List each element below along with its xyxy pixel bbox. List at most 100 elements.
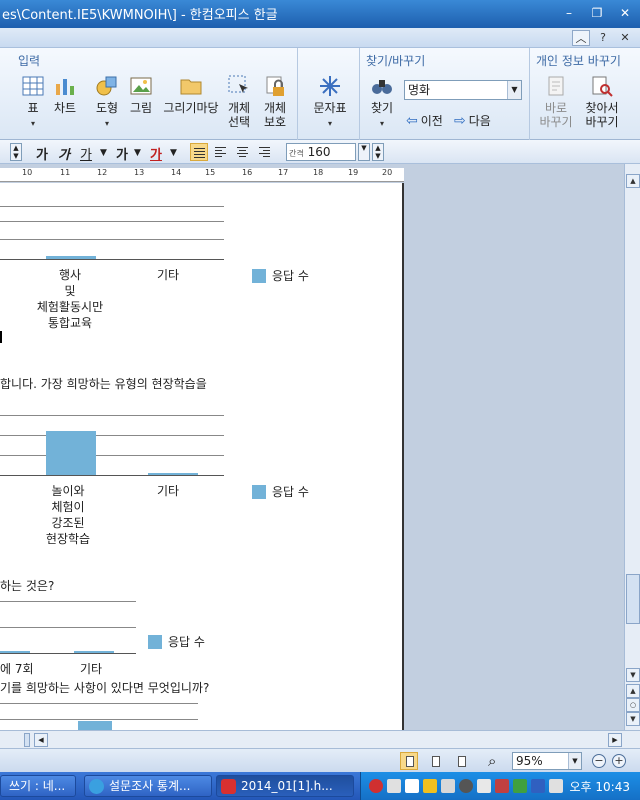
horizontal-ruler[interactable]: 10 11 12 13 14 15 16 17 18 19 20	[0, 168, 404, 182]
ruler-tick: 16	[242, 168, 253, 177]
chars-group: 문자표 ▾	[298, 48, 360, 140]
italic-button[interactable]: 가	[58, 144, 70, 163]
align-center-button[interactable]	[234, 143, 252, 161]
table-button[interactable]: 표 ▾	[18, 74, 48, 131]
bold-button[interactable]: 가	[36, 144, 48, 163]
task-writer[interactable]: 쓰기 : 네...	[0, 775, 76, 797]
chart1-baseline	[0, 259, 224, 260]
font-effect-button[interactable]: 가	[116, 144, 128, 163]
select-object-button[interactable]: 개체 선택	[224, 74, 254, 129]
direct-change-button[interactable]: 바로 바꾸기	[538, 74, 574, 129]
display-icon[interactable]	[531, 779, 545, 793]
chart1-bar-1	[46, 256, 96, 259]
web-view-button[interactable]	[426, 752, 444, 770]
line-spacing-spinner[interactable]: ▲ ▼	[372, 143, 384, 161]
lock-icon	[266, 76, 284, 96]
minimize-button[interactable]: –	[558, 4, 580, 22]
zoom-out-button[interactable]: −	[592, 754, 606, 768]
scroll-right-button[interactable]: ▶	[608, 733, 622, 747]
ime-icon[interactable]	[405, 779, 419, 793]
zoom-dropdown-arrow[interactable]: ▼	[568, 753, 581, 769]
chart-button[interactable]: 차트	[50, 74, 80, 115]
ruler-tick: 18	[313, 168, 324, 177]
find-prev-button[interactable]: ⇦ 이전	[406, 112, 443, 129]
font-color-dropdown[interactable]: ▼	[170, 148, 177, 158]
scroll-down-button[interactable]: ▼	[626, 668, 640, 682]
gridline	[0, 415, 224, 416]
task-browser-label: 설문조사 통계...	[109, 779, 191, 793]
chart2-category-2: 기타	[156, 484, 180, 498]
chart3-legend-swatch	[148, 635, 162, 649]
safe-remove-icon[interactable]	[549, 779, 563, 793]
scroll-up-button[interactable]: ▲	[626, 174, 640, 188]
next-page-button[interactable]: ▼	[626, 712, 640, 726]
find-dropdown-arrow[interactable]: ▼	[507, 81, 521, 99]
chart1-legend-label: 응답 수	[272, 269, 309, 283]
privacy-group: 개인 정보 바꾸기 바로 바꾸기 찾아서 바꾸기	[530, 48, 640, 140]
picture-icon	[130, 77, 152, 95]
arrow-right-icon: ⇨	[454, 112, 466, 129]
table-label: 표	[27, 101, 39, 115]
find-label: 찾기	[370, 101, 394, 115]
find-next-button[interactable]: ⇨ 다음	[454, 112, 491, 129]
font-effect-dropdown[interactable]: ▼	[134, 148, 141, 158]
normal-view-button[interactable]	[400, 752, 418, 770]
chart3-bar-2	[74, 651, 114, 653]
restore-button[interactable]: ❐	[586, 4, 608, 22]
page-select-button[interactable]: ○	[626, 698, 640, 712]
gridline	[0, 455, 224, 456]
close-button[interactable]: ✕	[614, 4, 636, 22]
chat-icon[interactable]	[459, 779, 473, 793]
ruler-tick: 11	[60, 168, 71, 177]
underline-dropdown[interactable]: ▼	[100, 148, 107, 158]
document-page[interactable]: 행사 및 체험활동시만 통합교육 기타 응답 수 합니다. 가장 희망하는 유형…	[0, 183, 404, 730]
ribbon-close-icon[interactable]: ✕	[616, 30, 634, 46]
zoom-select[interactable]: 95% ▼	[512, 752, 582, 770]
magnifier-icon: ⌕	[488, 752, 497, 770]
protect-object-button[interactable]: 개체 보호	[258, 74, 292, 129]
line-spacing-field[interactable]: 간격 160 %	[286, 143, 356, 177]
find-input[interactable]: 명화 ▼	[404, 80, 522, 100]
vertical-scroll-thumb[interactable]	[626, 574, 640, 624]
speaker-icon[interactable]	[387, 779, 401, 793]
font-size-spinner[interactable]: ▲ ▼	[10, 143, 22, 161]
outline-view-button[interactable]	[452, 752, 470, 770]
task-hwp[interactable]: 2014_01[1].h...	[216, 775, 354, 797]
unit-dropdown[interactable]: ▼	[358, 143, 370, 161]
help-icon[interactable]: ?	[594, 30, 612, 46]
chart3-category-2: 기타	[79, 662, 103, 676]
align-left-button[interactable]	[212, 143, 230, 161]
scroll-left-button[interactable]: ◀	[34, 733, 48, 747]
no-entry-icon[interactable]	[369, 779, 383, 793]
find-next-label: 다음	[468, 114, 491, 128]
symbol-button[interactable]: 문자표 ▾	[312, 74, 348, 131]
horizontal-scroll-thumb[interactable]	[24, 733, 30, 747]
task-browser[interactable]: 설문조사 통계...	[84, 775, 212, 797]
horizontal-scrollbar[interactable]: ◀ ▶	[0, 730, 640, 748]
align-justify-button[interactable]	[190, 143, 208, 161]
find-change-button[interactable]: 찾아서 바꾸기	[582, 74, 622, 129]
chart1-legend-swatch	[252, 269, 266, 283]
vertical-scrollbar[interactable]: ▲ ▼ ▲ ○ ▼	[624, 164, 640, 730]
shape-button[interactable]: 도형 ▾	[92, 74, 122, 131]
underline-button[interactable]: 가	[80, 144, 92, 163]
align-right-button[interactable]	[256, 143, 274, 161]
pen-icon[interactable]	[495, 779, 509, 793]
font-color-button[interactable]: 가	[150, 144, 162, 163]
zoom-in-button[interactable]: +	[612, 754, 626, 768]
ribbon-collapse-icon[interactable]: ︿	[572, 30, 590, 46]
picture-button[interactable]: 그림	[126, 74, 156, 115]
keyboard-icon[interactable]	[477, 779, 491, 793]
shield-icon[interactable]	[423, 779, 437, 793]
find-change-label: 찾아서 바꾸기	[585, 101, 619, 129]
update-icon[interactable]	[513, 779, 527, 793]
chart-icon	[56, 79, 74, 95]
prev-page-button[interactable]: ▲	[626, 684, 640, 698]
find-button[interactable]: 찾기 ▾	[368, 74, 396, 131]
system-tray: 오후 10:43	[360, 772, 640, 800]
gridline	[0, 206, 224, 207]
window-title: es\Content.IE5\KWMNOIH\] - 한컴오피스 한글	[2, 8, 278, 23]
gridline	[0, 627, 136, 628]
drawing-gallery-button[interactable]: 그리기마당	[160, 74, 222, 115]
network-icon[interactable]	[441, 779, 455, 793]
